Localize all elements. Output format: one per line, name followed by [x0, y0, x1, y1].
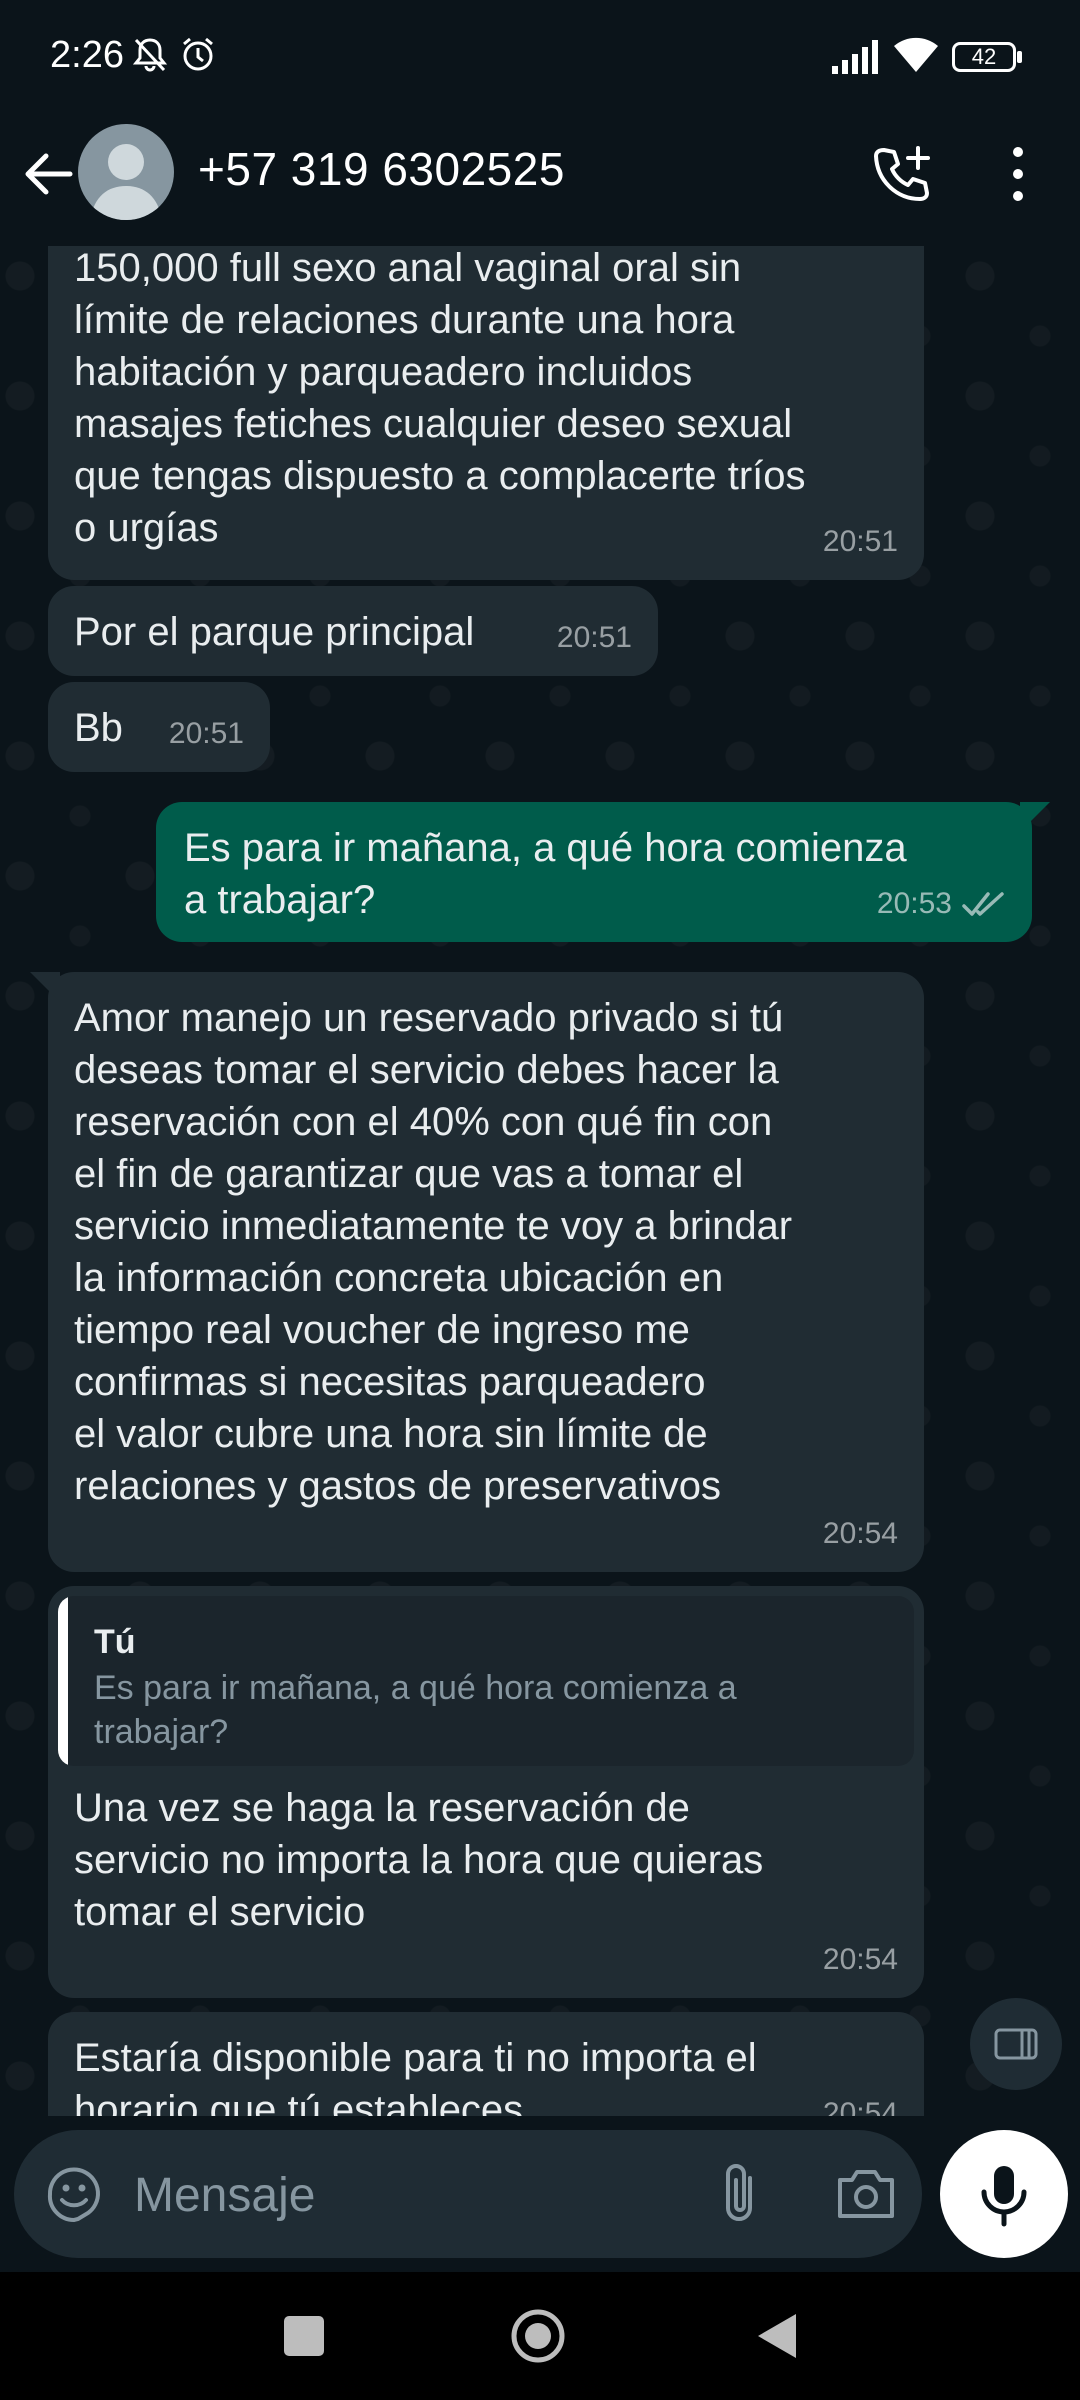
bubble-tail	[1020, 802, 1050, 832]
message-time: 20:54	[822, 1943, 898, 1976]
message-meta: 20:54	[823, 1508, 898, 1560]
avatar[interactable]	[78, 124, 174, 220]
quote-author: Tú	[94, 1623, 136, 1661]
double-check-icon	[962, 892, 1004, 916]
message-time: 20:54	[822, 2097, 898, 2116]
message-meta: 20:54	[823, 1934, 898, 1986]
microphone-icon	[981, 2166, 1027, 2227]
quote-bar	[58, 1596, 68, 1766]
message-time: 20:51	[168, 717, 244, 750]
message-text: Por el parque principal	[74, 610, 475, 654]
message-meta: 20:54	[823, 2088, 898, 2116]
camera-icon[interactable]	[834, 2166, 898, 2222]
message-text: Una vez se haga la reservación de servic…	[74, 1786, 764, 1934]
battery-icon: 42	[952, 42, 1016, 72]
message-text: 150,000 full sexo anal vaginal oral sin …	[74, 246, 806, 550]
sticker-emoji-icon[interactable]	[42, 2162, 106, 2226]
message-meta: 20:51	[823, 516, 898, 568]
contact-name[interactable]: +57 319 6302525	[198, 142, 565, 196]
message-time: 20:53	[876, 887, 952, 920]
message-meta: 20:51	[557, 612, 632, 664]
message-input[interactable]	[132, 2156, 696, 2234]
message-outgoing[interactable]: Es para ir mañana, a qué hora comienza a…	[156, 802, 1032, 942]
system-nav-bar	[0, 2272, 1080, 2400]
picture-in-picture-button[interactable]	[970, 1998, 1062, 2090]
paperclip-icon[interactable]	[714, 2160, 764, 2228]
message-incoming[interactable]: Por el parque principal 20:51	[48, 586, 658, 676]
chat-area[interactable]: 150,000 full sexo anal vaginal oral sin …	[0, 246, 1080, 2116]
tall-screen-icon	[994, 2028, 1038, 2060]
message-text: Amor manejo un reservado privado si tú d…	[74, 996, 793, 1508]
message-meta: 20:53	[877, 878, 1006, 930]
back-nav-icon[interactable]	[752, 2310, 800, 2362]
bubble-tail	[30, 972, 60, 1002]
signal-icon	[832, 40, 878, 74]
bell-off-icon	[132, 38, 168, 72]
message-incoming[interactable]: Amor manejo un reservado privado si tú d…	[48, 972, 924, 1572]
alarm-icon	[183, 37, 213, 71]
status-time: 2:26	[50, 34, 124, 76]
message-incoming[interactable]: 150,000 full sexo anal vaginal oral sin …	[48, 246, 924, 580]
chat-header: +57 319 6302525	[0, 112, 1080, 246]
status-bar: 2:26 42	[0, 0, 1080, 112]
voice-record-button[interactable]	[940, 2130, 1068, 2258]
add-call-icon[interactable]	[870, 142, 934, 206]
more-vert-icon[interactable]	[998, 142, 1038, 206]
default-avatar-icon	[90, 144, 162, 220]
message-time: 20:54	[822, 1517, 898, 1550]
message-meta: 20:51	[169, 708, 244, 760]
message-time: 20:51	[556, 621, 632, 654]
message-text: Estaría disponible para ti no importa el…	[74, 2036, 757, 2116]
home-nav-icon[interactable]	[508, 2306, 568, 2366]
message-incoming[interactable]: Estaría disponible para ti no importa el…	[48, 2012, 924, 2116]
recents-nav-icon[interactable]	[284, 2316, 324, 2356]
battery-tip	[1017, 51, 1022, 63]
message-incoming-reply[interactable]: Tú Es para ir mañana, a qué hora comienz…	[48, 1586, 924, 1998]
quoted-message[interactable]: Tú Es para ir mañana, a qué hora comienz…	[58, 1596, 914, 1766]
message-composer	[14, 2130, 922, 2258]
wifi-icon	[894, 37, 938, 72]
quote-text: Es para ir mañana, a qué hora comienza a…	[94, 1669, 737, 1751]
message-incoming[interactable]: Bb 20:51	[48, 682, 270, 772]
back-arrow-icon[interactable]	[18, 144, 78, 204]
message-time: 20:51	[822, 525, 898, 558]
battery-level: 42	[971, 44, 997, 69]
